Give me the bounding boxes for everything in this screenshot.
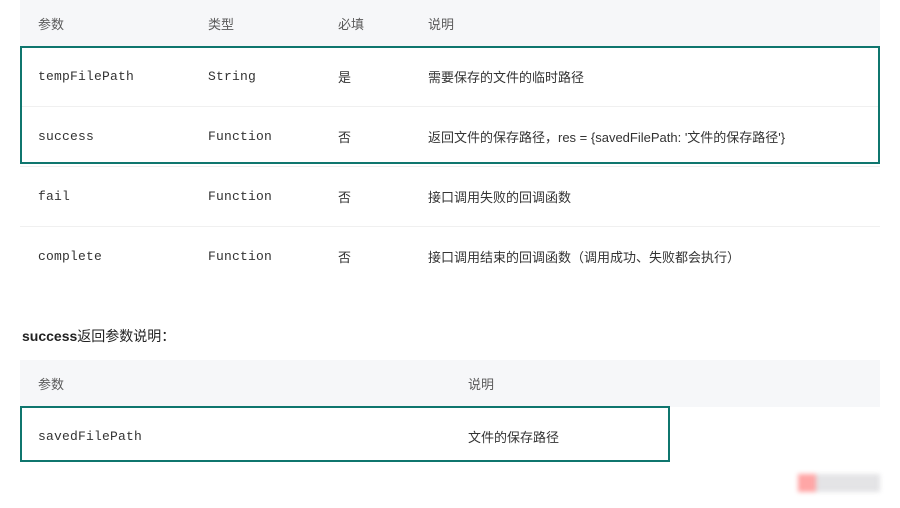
heading-rest-part: 返回参数说明： xyxy=(77,328,175,344)
parameters-table-wrap: 参数 类型 必填 说明 tempFilePath String 是 需要保存的文… xyxy=(20,0,880,286)
parameters-table: 参数 类型 必填 说明 tempFilePath String 是 需要保存的文… xyxy=(20,0,880,286)
header-type: 类型 xyxy=(190,0,320,47)
header-desc: 说明 xyxy=(450,360,880,407)
cell-param: fail xyxy=(20,167,190,227)
cell-param: tempFilePath xyxy=(20,47,190,107)
success-params-table-header-row: 参数 说明 xyxy=(20,360,880,407)
cell-type: Function xyxy=(190,227,320,287)
header-desc: 说明 xyxy=(410,0,880,47)
cell-type: String xyxy=(190,47,320,107)
parameters-table-header-row: 参数 类型 必填 说明 xyxy=(20,0,880,47)
cell-type: Function xyxy=(190,167,320,227)
cell-required: 否 xyxy=(320,107,410,167)
table-row: tempFilePath String 是 需要保存的文件的临时路径 xyxy=(20,47,880,107)
table-row: fail Function 否 接口调用失败的回调函数 xyxy=(20,167,880,227)
cell-type: Function xyxy=(190,107,320,167)
header-param: 参数 xyxy=(20,0,190,47)
cell-desc: 接口调用失败的回调函数 xyxy=(410,167,880,227)
cell-desc: 接口调用结束的回调函数（调用成功、失败都会执行） xyxy=(410,227,880,287)
cell-param: savedFilePath xyxy=(20,407,450,466)
success-return-params-heading: success返回参数说明： xyxy=(22,326,880,346)
success-params-table-wrap: 参数 说明 savedFilePath 文件的保存路径 xyxy=(20,360,880,466)
table-row: success Function 否 返回文件的保存路径，res = {save… xyxy=(20,107,880,167)
heading-bold-part: success xyxy=(22,328,77,344)
header-param: 参数 xyxy=(20,360,450,407)
table-row: savedFilePath 文件的保存路径 xyxy=(20,407,880,466)
cell-required: 是 xyxy=(320,47,410,107)
header-required: 必填 xyxy=(320,0,410,47)
table-row: complete Function 否 接口调用结束的回调函数（调用成功、失败都… xyxy=(20,227,880,287)
decorative-smudge xyxy=(20,466,880,486)
cell-desc: 文件的保存路径 xyxy=(450,407,880,466)
cell-desc: 返回文件的保存路径，res = {savedFilePath: '文件的保存路径… xyxy=(410,107,880,167)
cell-required: 否 xyxy=(320,167,410,227)
cell-param: complete xyxy=(20,227,190,287)
cell-desc: 需要保存的文件的临时路径 xyxy=(410,47,880,107)
cell-param: success xyxy=(20,107,190,167)
cell-required: 否 xyxy=(320,227,410,287)
success-params-table: 参数 说明 savedFilePath 文件的保存路径 xyxy=(20,360,880,466)
